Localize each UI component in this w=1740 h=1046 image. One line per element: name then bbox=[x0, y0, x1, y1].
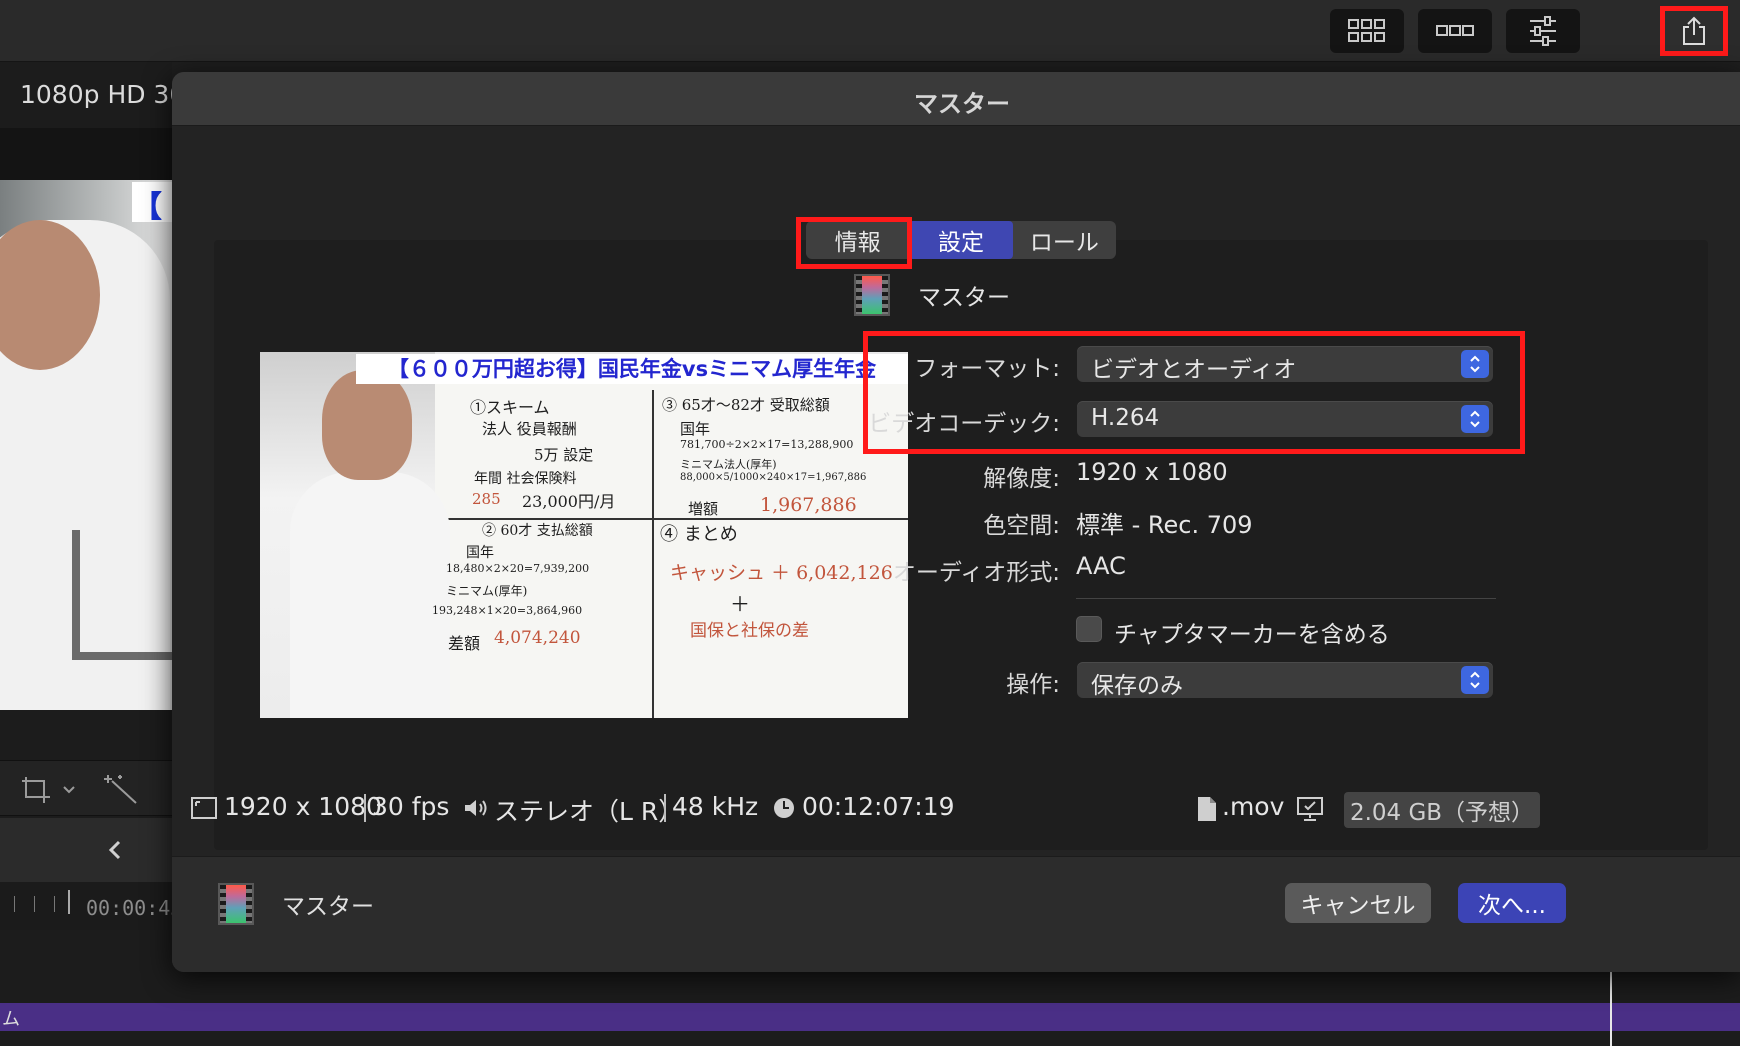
board-text: 増額 bbox=[688, 500, 719, 518]
movie-file-icon bbox=[854, 274, 890, 316]
format-select[interactable]: ビデオとオーディオ bbox=[1077, 346, 1493, 383]
board-text: 差額 bbox=[448, 634, 481, 653]
tab-roles[interactable]: ロール bbox=[1013, 221, 1116, 259]
action-select[interactable]: 保存のみ bbox=[1077, 662, 1493, 699]
tab-settings[interactable]: 設定 bbox=[909, 221, 1013, 259]
board-text: 18,480×2×20=7,939,200 bbox=[446, 562, 590, 575]
presenter bbox=[260, 352, 450, 718]
summary-extension: .mov bbox=[1222, 792, 1285, 821]
board-text: 285 bbox=[472, 490, 501, 508]
summary-resolution: 1920 x 1080 bbox=[224, 792, 382, 821]
filmstrip-icon bbox=[1436, 25, 1474, 36]
viewer-header-strip bbox=[0, 128, 172, 180]
crop-icon[interactable] bbox=[20, 775, 56, 805]
dialog-footer: マスター キャンセル 次へ... bbox=[172, 856, 1740, 972]
board-text: 法人 役員報酬 bbox=[482, 420, 577, 438]
movie-file-icon bbox=[218, 883, 254, 925]
timeline-view-button[interactable] bbox=[1418, 9, 1492, 53]
dialog-title: マスター bbox=[914, 90, 1010, 118]
timeline-clip-track[interactable] bbox=[0, 1003, 1740, 1031]
separator bbox=[364, 794, 366, 822]
grid-view-icon bbox=[1348, 19, 1385, 42]
color-space-value: 標準 - Rec. 709 bbox=[1076, 511, 1253, 539]
video-preview: 【６００万円超お得】国民年金vsミニマム厚生年金 ①スキーム 法人 役員報酬 5… bbox=[260, 352, 908, 718]
ruler-timecode: 00:00:45 bbox=[86, 896, 183, 920]
resolution-value: 1920 x 1080 bbox=[1076, 458, 1228, 486]
board-text: 5万 設定 bbox=[534, 446, 594, 464]
board-text: ④ まとめ bbox=[660, 524, 738, 545]
board-text: ①スキーム bbox=[470, 398, 550, 417]
color-space-label: 色空間: bbox=[983, 513, 1060, 539]
dialog-body: 情報 設定 ロール 【６００万円超お得】国民年金vsミニマム厚生年金 ①スキーム… bbox=[172, 126, 1740, 856]
playhead[interactable] bbox=[1610, 970, 1612, 1046]
chapter-markers-label[interactable]: チャプタマーカーを含める bbox=[1114, 615, 1390, 649]
inspector-button[interactable] bbox=[1506, 9, 1580, 53]
format-value: ビデオとオーディオ bbox=[1091, 357, 1297, 383]
summary-fps: 30 fps bbox=[372, 792, 450, 821]
speaker-icon bbox=[465, 800, 487, 816]
summary-duration: 00:12:07:19 bbox=[802, 792, 955, 821]
sliders-icon bbox=[1530, 16, 1556, 46]
updown-arrows-icon bbox=[1461, 666, 1489, 694]
codec-select[interactable]: H.264 bbox=[1077, 401, 1493, 437]
share-button[interactable] bbox=[1660, 6, 1728, 56]
board-text: 781,700÷2×2×17=13,288,900 bbox=[680, 438, 854, 451]
tab-info[interactable]: 情報 bbox=[806, 221, 909, 259]
footer-destination-name: マスター bbox=[282, 894, 374, 920]
share-icon bbox=[1683, 16, 1705, 45]
board-text: ミニマム(厚年) bbox=[446, 584, 528, 598]
board-text: 国年 bbox=[466, 545, 494, 561]
timeline-header bbox=[0, 818, 172, 882]
next-button[interactable]: 次へ... bbox=[1458, 883, 1566, 923]
board-text: 年間 社会保険料 bbox=[474, 471, 577, 487]
format-label: フォーマット: bbox=[914, 356, 1060, 382]
divider bbox=[1076, 598, 1496, 599]
browser-view-button[interactable] bbox=[1330, 9, 1404, 53]
document-icon bbox=[1198, 797, 1216, 821]
board-text: 国保と社保の差 bbox=[690, 621, 809, 641]
codec-label: ビデオコーデック: bbox=[868, 411, 1060, 437]
clock-icon bbox=[774, 798, 794, 818]
updown-arrows-icon bbox=[1461, 350, 1489, 378]
destination-name: マスター bbox=[918, 285, 1010, 311]
resolution-label: 解像度: bbox=[983, 466, 1060, 492]
codec-value: H.264 bbox=[1091, 405, 1160, 431]
chapter-markers-checkbox[interactable] bbox=[1076, 616, 1102, 642]
magic-wand-icon[interactable] bbox=[104, 773, 140, 805]
audio-format-value: AAC bbox=[1076, 552, 1126, 580]
summary-sample-rate: 48 kHz bbox=[672, 792, 759, 821]
summary-audio: ステレオ（L R） bbox=[494, 797, 684, 826]
board-text: ミニマム法人(厚年) bbox=[680, 458, 777, 471]
board-text: 4,074,240 bbox=[494, 628, 581, 648]
share-dialog: マスター 情報 設定 ロール 【６００万円超お得】国民年金vsミニマム厚生年金 … bbox=[172, 72, 1740, 972]
action-value: 保存のみ bbox=[1091, 673, 1183, 699]
chevron-down-icon[interactable] bbox=[62, 785, 76, 795]
board-text: 国年 bbox=[680, 420, 711, 438]
board-text: ② 60才 支払総額 bbox=[482, 523, 593, 539]
preview-caption: 【６００万円超お得】国民年金vsミニマム厚生年金 bbox=[356, 354, 908, 384]
board-text: ③ 65才〜82才 受取総額 bbox=[662, 396, 830, 414]
updown-arrows-icon bbox=[1461, 405, 1489, 433]
chevron-left-icon[interactable] bbox=[108, 840, 122, 860]
viewer-tools-row bbox=[0, 760, 172, 816]
action-label: 操作: bbox=[1006, 672, 1060, 698]
separator bbox=[664, 794, 666, 822]
board-text: 193,248×1×20=3,864,960 bbox=[432, 604, 583, 617]
viewer-format-label: 1080p HD 30 bbox=[20, 80, 172, 109]
tab-bar: 情報 設定 ロール bbox=[806, 221, 1116, 259]
app-toolbar bbox=[0, 0, 1740, 62]
viewer-caption-fragment: 【 bbox=[132, 182, 172, 225]
audio-format-label: オーディオ形式: bbox=[892, 560, 1060, 586]
clip-label: ム bbox=[2, 1009, 20, 1030]
viewer-frame: 【 bbox=[0, 180, 172, 710]
board-text: ＋ bbox=[730, 592, 750, 616]
estimated-size: 2.04 GB（予想） bbox=[1344, 792, 1540, 828]
board-text: 23,000円/月 bbox=[522, 492, 616, 511]
frame-size-icon bbox=[191, 797, 217, 819]
computer-icon bbox=[1297, 797, 1323, 821]
cancel-button[interactable]: キャンセル bbox=[1285, 883, 1431, 923]
